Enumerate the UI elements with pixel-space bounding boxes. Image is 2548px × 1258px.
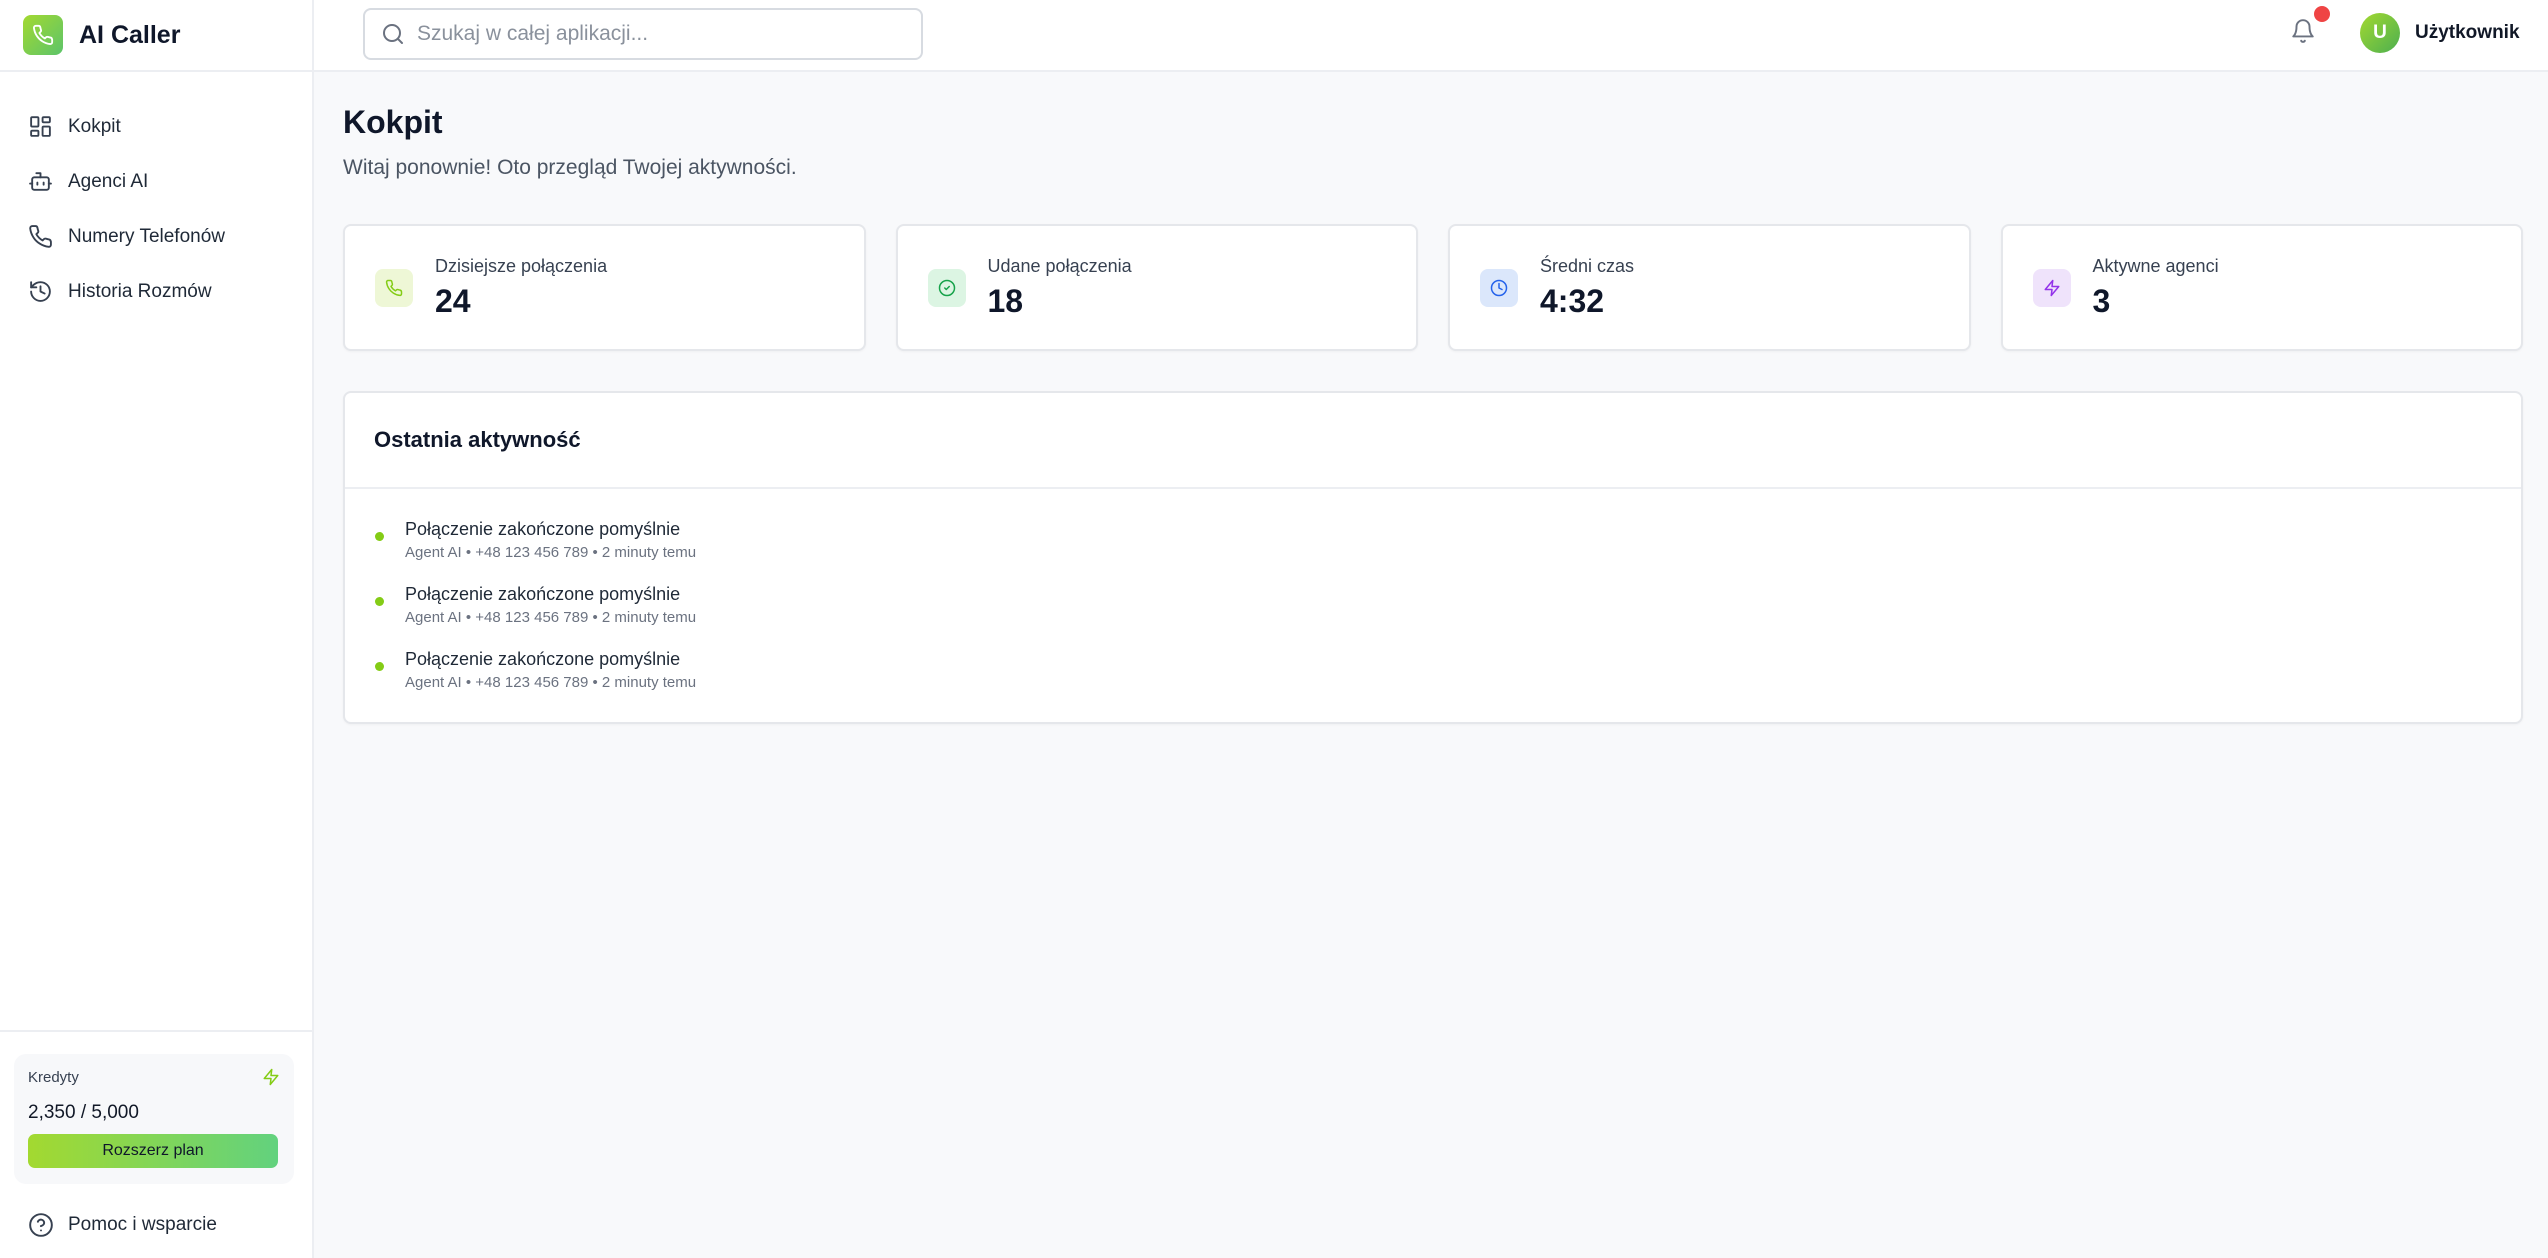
page-subtitle: Witaj ponownie! Oto przegląd Twojej akty…	[343, 156, 797, 179]
topbar: U Użytkownik	[314, 0, 2548, 72]
lightning-icon	[263, 1068, 279, 1086]
sidebar-item-label: Kokpit	[68, 115, 121, 137]
activity-meta: Agent AI • +48 123 456 789 • 2 minuty te…	[405, 544, 697, 561]
stat-card-successful-calls: Udane połączenia 18	[895, 224, 1418, 351]
sidebar: AI Caller Kokpit Agenci AI Numery Telefo…	[0, 0, 314, 1258]
credits-value: 2,350 / 5,000	[28, 1102, 139, 1123]
status-dot	[375, 662, 384, 671]
avatar: U	[2360, 13, 2400, 53]
lightning-icon	[2032, 268, 2071, 307]
activity-text: Połączenie zakończone pomyślnie	[405, 519, 681, 539]
help-support-link[interactable]: Pomoc i wsparcie	[28, 1212, 217, 1238]
app-name: AI Caller	[79, 20, 181, 49]
activity-title: Ostatnia aktywność	[374, 427, 581, 452]
phone-icon	[29, 225, 52, 248]
stat-value: 18	[987, 282, 1024, 319]
sidebar-item-label: Agenci AI	[68, 170, 149, 192]
phone-logo-icon	[23, 15, 63, 55]
stat-label: Udane połączenia	[987, 255, 1132, 276]
robot-icon	[29, 172, 52, 191]
stat-card-average-time: Średni czas 4:32	[1448, 224, 1971, 351]
sidebar-item-label: Numery Telefonów	[68, 225, 226, 247]
list-item: Połączenie zakończone pomyślnie Agent AI…	[375, 649, 2521, 714]
sidebar-item-agenci-ai[interactable]: Agenci AI	[0, 154, 312, 209]
stat-card-active-agents: Aktywne agenci 3	[2000, 224, 2523, 351]
stat-value: 24	[435, 282, 471, 319]
check-circle-icon	[927, 268, 966, 307]
page-title: Kokpit	[343, 104, 443, 140]
search-input[interactable]	[417, 22, 897, 46]
notification-badge	[2314, 6, 2330, 22]
status-dot	[375, 532, 384, 541]
stat-value: 3	[2092, 282, 2111, 319]
sidebar-item-numery-telefonow[interactable]: Numery Telefonów	[0, 209, 312, 264]
help-circle-icon	[29, 1213, 53, 1237]
dashboard-grid-icon	[30, 116, 51, 137]
user-name: Użytkownik	[2415, 22, 2520, 43]
activity-header: Ostatnia aktywność	[345, 393, 2521, 489]
list-item: Połączenie zakończone pomyślnie Agent AI…	[375, 519, 2521, 584]
bell-icon	[2292, 19, 2314, 43]
stat-label: Aktywne agenci	[2092, 255, 2219, 276]
recent-activity-panel: Ostatnia aktywność Połączenie zakończone…	[343, 391, 2523, 724]
activity-text: Połączenie zakończone pomyślnie	[405, 584, 681, 604]
stat-card-today-calls: Dzisiejsze połączenia 24	[343, 224, 866, 351]
activity-meta: Agent AI • +48 123 456 789 • 2 minuty te…	[405, 674, 697, 691]
clock-icon	[1480, 268, 1518, 307]
help-label: Pomoc i wsparcie	[68, 1214, 217, 1235]
sidebar-item-historia-rozmow[interactable]: Historia Rozmów	[0, 264, 312, 319]
stat-label: Dzisiejsze połączenia	[435, 255, 608, 276]
status-dot	[375, 597, 384, 606]
sidebar-item-kokpit[interactable]: Kokpit	[0, 99, 312, 154]
stat-label: Średni czas	[1540, 255, 1635, 276]
upgrade-plan-button[interactable]: Rozszerz plan	[28, 1134, 278, 1168]
stat-value: 4:32	[1540, 282, 1605, 319]
sidebar-item-label: Historia Rozmów	[68, 280, 212, 302]
activity-text: Połączenie zakończone pomyślnie	[405, 649, 681, 669]
sidebar-footer: Kredyty 2,350 / 5,000 Rozszerz plan Pomo…	[0, 1030, 312, 1258]
search-box[interactable]	[363, 8, 923, 60]
activity-meta: Agent AI • +48 123 456 789 • 2 minuty te…	[405, 609, 697, 626]
credits-card: Kredyty 2,350 / 5,000 Rozszerz plan	[14, 1054, 294, 1184]
notifications-button[interactable]	[2290, 6, 2330, 52]
phone-icon	[375, 268, 413, 307]
sidebar-nav: Kokpit Agenci AI Numery Telefonów Histor…	[0, 72, 312, 319]
list-item: Połączenie zakończone pomyślnie Agent AI…	[375, 584, 2521, 649]
brand[interactable]: AI Caller	[0, 0, 312, 72]
activity-list: Połączenie zakończone pomyślnie Agent AI…	[345, 489, 2521, 714]
history-icon	[30, 281, 51, 302]
credits-title: Kredyty	[28, 1068, 79, 1086]
user-menu[interactable]: U Użytkownik	[2360, 13, 2520, 53]
stats-row: Dzisiejsze połączenia 24 Udane połączeni…	[343, 224, 2523, 351]
search-icon	[383, 24, 403, 44]
